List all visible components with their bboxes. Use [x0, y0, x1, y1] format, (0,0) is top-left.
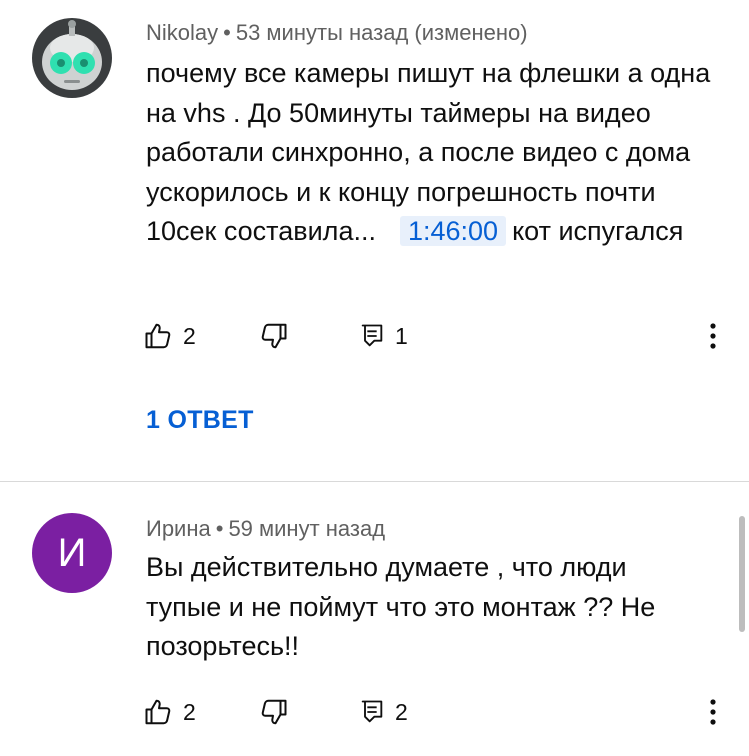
comment-actions: 2 2 — [144, 692, 744, 732]
timestamp-link[interactable]: 1:46:00 — [399, 216, 507, 246]
more-options-button[interactable] — [701, 316, 725, 356]
avatar-letter: И — [57, 530, 87, 575]
show-replies-link[interactable]: 1 ОТВЕТ — [146, 406, 254, 435]
comment-meta: Ирина • 59 минут назад — [146, 516, 385, 542]
comment-time: 59 минут назад — [228, 516, 386, 541]
reply-count: 1 — [395, 322, 408, 349]
reply-button[interactable]: 1 — [358, 316, 408, 356]
thumb-up-icon — [145, 323, 171, 349]
comment-actions: 2 1 — [144, 316, 744, 356]
dislike-button[interactable] — [258, 692, 288, 732]
thumb-up-icon — [145, 699, 171, 725]
author-name[interactable]: Ирина — [146, 516, 211, 541]
meta-separator: • — [215, 516, 224, 541]
thumb-down-icon — [261, 699, 287, 725]
like-count: 2 — [183, 698, 196, 725]
dislike-button[interactable] — [258, 316, 288, 356]
more-vert-icon — [710, 323, 716, 349]
author-name[interactable]: Nikolay — [146, 20, 218, 45]
more-options-button[interactable] — [701, 692, 725, 732]
comment-divider — [0, 481, 749, 482]
reply-button[interactable]: 2 — [358, 692, 408, 732]
reply-comment-icon — [361, 324, 383, 347]
like-button[interactable]: 2 — [144, 692, 196, 732]
comment-text-tail: кот испугался — [512, 216, 684, 246]
meta-separator: • — [223, 20, 231, 45]
reply-comment-icon — [361, 700, 383, 723]
like-count: 2 — [183, 322, 196, 349]
scrollbar[interactable] — [739, 516, 745, 632]
alien-robot-avatar-icon — [32, 18, 112, 98]
comment-time: 53 минуты назад (изменено) — [235, 20, 528, 45]
more-vert-icon — [710, 699, 716, 725]
avatar[interactable] — [32, 18, 112, 98]
thumb-down-icon — [261, 323, 287, 349]
reply-count: 2 — [395, 698, 408, 725]
avatar[interactable]: И — [32, 513, 112, 593]
comment-text: почему все камеры пишут на флешки а одна… — [146, 54, 716, 252]
like-button[interactable]: 2 — [144, 316, 196, 356]
comment-text: Вы действительно думаете , что люди тупы… — [146, 552, 656, 661]
comment-meta: Nikolay • 53 минуты назад (изменено) — [146, 20, 528, 46]
